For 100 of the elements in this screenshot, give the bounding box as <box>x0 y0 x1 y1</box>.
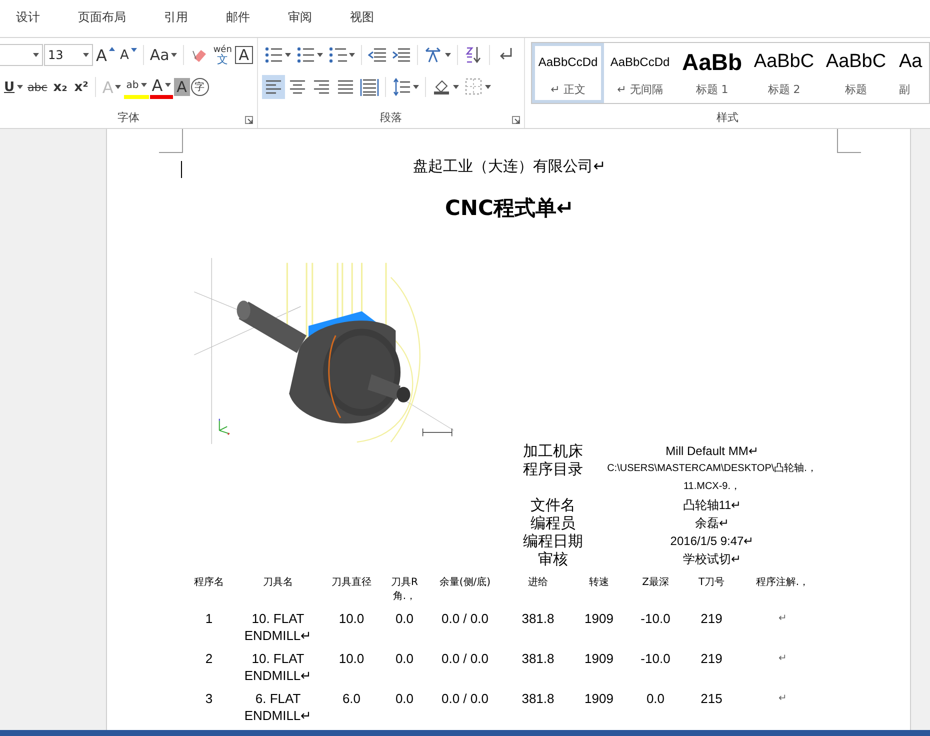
style-item[interactable]: AaBbC 标题 2 <box>748 43 820 103</box>
group-label: 字体 <box>116 110 140 126</box>
style-item[interactable]: AaBb 标题 1 <box>676 43 748 103</box>
table-cell-text: 6.0 <box>341 690 362 708</box>
enclose-character-button[interactable]: 字 <box>190 78 209 96</box>
column-header: Z最深 <box>641 576 670 590</box>
style-name: 标题 2 <box>768 82 800 96</box>
ribbon-tab[interactable]: 页面布局 <box>64 6 140 31</box>
ribbon-tab[interactable]: 设计 <box>2 6 54 31</box>
column-header: 刀具直径 <box>330 576 372 590</box>
column-header: 程序名 <box>193 576 225 590</box>
caret-icon <box>16 85 23 89</box>
table-cell-text: 6. FLAT ENDMILL↵ <box>243 690 313 725</box>
character-border-button[interactable]: A <box>234 46 253 64</box>
caret-icon <box>171 53 178 57</box>
up-arrow-icon <box>108 47 115 51</box>
align-left-button[interactable] <box>262 75 285 99</box>
group-label: 样式 <box>716 110 740 126</box>
document-title: CNC程式单↵ <box>445 195 574 222</box>
distribute-icon <box>360 77 379 97</box>
column-header: 程序注解.， <box>754 576 810 590</box>
table-cell-text: -10.0 <box>640 650 672 668</box>
style-item[interactable]: Aa 副 <box>892 43 929 103</box>
table-cell-text: 0.0 <box>394 650 415 668</box>
font-name-field[interactable] <box>0 44 43 66</box>
style-item[interactable]: AaBbCcDd ↵ 无间隔 <box>604 43 676 103</box>
info-value: 2016/1/5 9:47↵ <box>669 533 755 550</box>
character-shading-button[interactable]: A <box>174 78 190 96</box>
table-cell-text: 3 <box>204 690 214 708</box>
style-preview: AaBbCcDd <box>610 54 670 70</box>
caret-icon <box>453 85 459 89</box>
table-cell-text: 0.0 <box>394 690 415 708</box>
table-cell-text: 0.0 / 0.0 <box>440 650 490 668</box>
caret-icon <box>349 53 355 57</box>
style-name: 标题 <box>845 82 867 96</box>
caret-icon <box>140 83 147 87</box>
down-arrow-icon <box>130 48 137 52</box>
caret-icon <box>285 53 291 57</box>
table-cell-text: 10. FLAT ENDMILL↵ <box>243 610 313 645</box>
caret-icon <box>164 83 171 87</box>
info-value: C:\USERS\MASTERCAM\DESKTOP\凸轮轴.， 11.MCX-9.， <box>606 462 818 494</box>
column-header: 刀具R角.， <box>390 576 419 604</box>
text-direction-icon <box>424 45 443 65</box>
multilevel-list-icon <box>328 45 347 65</box>
style-name: ↵ 正文 <box>550 82 586 96</box>
shrink-font-button[interactable]: A <box>118 43 139 67</box>
sort-icon <box>464 45 483 65</box>
borders-icon <box>464 77 483 97</box>
table-cell-text: 10.0 <box>338 650 366 668</box>
caret-icon <box>317 53 323 57</box>
ribbon-tab[interactable]: 视图 <box>336 6 388 31</box>
table-cell-text: 1 <box>204 610 214 628</box>
group-label: 段落 <box>379 110 403 126</box>
ribbon-tab[interactable]: 邮件 <box>212 6 264 31</box>
strikethrough-button[interactable]: abc <box>26 75 50 99</box>
table-cell-text: ↵ <box>778 652 788 666</box>
column-header: 进给 <box>527 576 549 590</box>
change-case-button[interactable]: Aa <box>148 43 180 67</box>
grow-font-button[interactable]: A <box>94 43 117 67</box>
style-item[interactable]: AaBbCcDd ↵ 正文 <box>532 43 604 103</box>
highlight-button[interactable]: ab <box>124 75 149 99</box>
text-cursor <box>181 161 182 178</box>
subscript-button[interactable]: x₂ <box>50 75 70 99</box>
corner-mark-icon <box>837 129 861 153</box>
superscript-button[interactable]: x² <box>71 75 92 99</box>
table-cell-text: 381.8 <box>520 650 556 668</box>
table-cell-text: 0.0 <box>645 690 666 708</box>
phonetic-guide-button[interactable]: wén 文 <box>211 43 234 67</box>
caret-icon <box>115 85 122 89</box>
table-cell-text: ↵ <box>778 612 788 626</box>
column-header: T刀号 <box>697 576 726 590</box>
dialog-launcher-icon[interactable] <box>245 116 253 124</box>
company-name: 盘起工业（大连）有限公司↵ <box>413 157 606 176</box>
table-cell-text: 219 <box>700 650 724 668</box>
ribbon-tab[interactable]: 引用 <box>150 6 202 31</box>
style-name: ↵ 无间隔 <box>617 82 663 96</box>
table-cell-text: 215 <box>700 690 724 708</box>
dialog-launcher-icon[interactable] <box>512 116 520 124</box>
info-value: 学校试切↵ <box>682 551 742 568</box>
style-item[interactable]: AaBbC 标题 <box>820 43 892 103</box>
table-cell-text: 1909 <box>584 610 614 628</box>
bullets-icon <box>264 45 283 65</box>
font-size-field[interactable]: 13 <box>44 44 93 66</box>
caret-icon <box>83 53 89 57</box>
caret-icon <box>445 53 451 57</box>
info-label: 编程日期 <box>522 532 584 550</box>
table-cell-text: 381.8 <box>520 610 556 628</box>
style-preview: AaBbC <box>826 50 886 74</box>
table-cell-text: 2 <box>204 650 214 668</box>
column-header: 余量(侧/底) <box>438 576 492 590</box>
table-cell-text: 10. FLAT ENDMILL↵ <box>243 650 313 685</box>
corner-mark-icon <box>159 129 183 153</box>
caret-icon <box>33 53 39 57</box>
underline-button[interactable]: U <box>2 75 25 99</box>
table-cell-text: 0.0 / 0.0 <box>440 610 490 628</box>
table-cell-text: 381.8 <box>520 690 556 708</box>
table-cell-text: 1909 <box>584 650 614 668</box>
ribbon-tab[interactable]: 审阅 <box>274 6 326 31</box>
info-value: Mill Default MM↵ <box>664 443 760 460</box>
info-value: 余磊↵ <box>694 515 730 532</box>
